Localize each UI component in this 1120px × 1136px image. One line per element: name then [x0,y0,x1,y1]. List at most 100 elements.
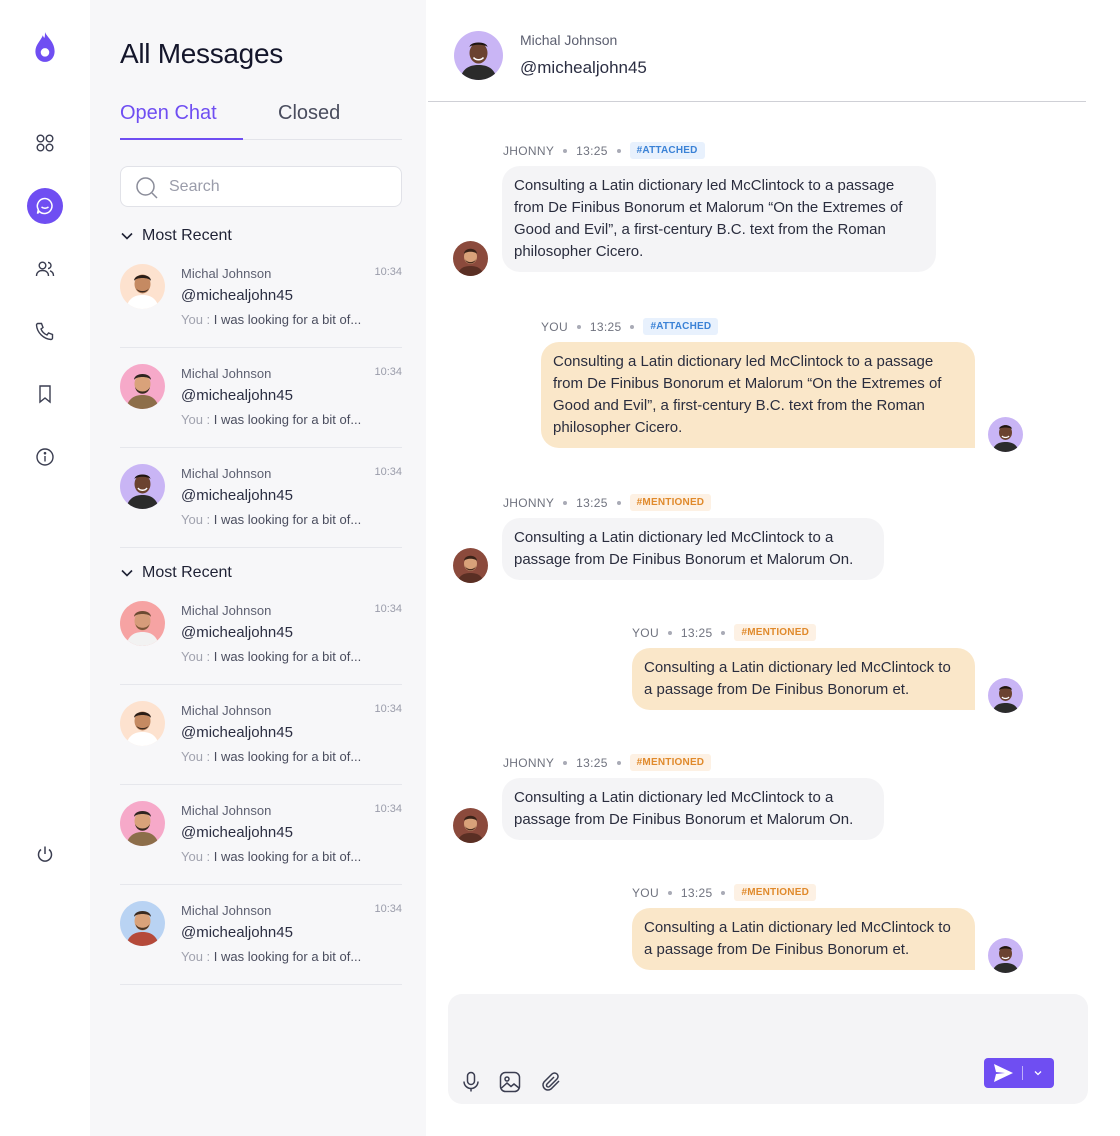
nav-rail [0,0,90,1136]
search-input[interactable] [169,175,389,199]
avatar [120,364,165,409]
contact-handle: @michealjohn45 [181,824,293,841]
message-time: 13:25 [576,495,608,510]
message-input[interactable] [464,1008,1064,1052]
grid-icon [36,134,54,152]
search-box[interactable] [120,166,402,207]
message-bubble-incoming: Consulting a Latin dictionary led McClin… [502,166,936,272]
preview-sender: You : [181,749,211,764]
contact-handle: @michealjohn45 [181,387,293,404]
message-meta: JHONNY 13:25 #MENTIONED [503,754,712,771]
nav-logout[interactable] [27,836,63,872]
message-meta: YOU 13:25 #MENTIONED [632,884,816,901]
message-time: 13:25 [576,143,608,158]
avatar[interactable] [454,31,503,80]
message-meta: YOU 13:25 #MENTIONED [632,624,816,641]
app-logo[interactable] [27,29,63,65]
power-icon [37,846,53,862]
contact-name: Michal Johnson [181,266,272,281]
bookmark-icon [39,385,51,404]
message-preview: You : I was looking for a bit of... [181,412,361,427]
preview-sender: You : [181,412,211,427]
message-time: 13:25 [680,625,713,640]
send-button[interactable] [984,1058,1054,1088]
message-preview: You : I was looking for a bit of... [181,512,361,527]
sender-avatar [453,241,488,276]
conversation-item[interactable]: Michal Johnson 10:34 @michealjohn45 You … [120,585,402,685]
chat-header: Michal Johnson @michealjohn45 [428,0,1086,102]
conversation-item[interactable]: Michal Johnson 10:34 @michealjohn45 You … [120,785,402,885]
nav-contacts[interactable] [27,251,63,287]
contact-handle: @michealjohn45 [181,287,293,304]
contact-name: Michal Johnson [181,466,272,481]
conversation-item[interactable]: Michal Johnson 10:34 @michealjohn45 You … [120,248,402,348]
preview-text: I was looking for a bit of... [213,312,362,327]
send-icon [994,1064,1013,1082]
chevron-down-icon[interactable] [1033,1068,1043,1078]
message-composer [448,994,1088,1104]
contact-handle: @michealjohn45 [181,624,293,641]
preview-sender: You : [181,949,211,964]
conversation-item[interactable]: Michal Johnson 10:34 @michealjohn45 You … [120,685,402,785]
message-time: 10:34 [374,603,402,615]
tab-closed[interactable]: Closed [278,102,340,125]
chat-icon [36,197,53,215]
nav-bookmarks[interactable] [27,376,63,412]
sender-avatar [453,808,488,843]
message-preview: You : I was looking for a bit of... [181,949,361,964]
message-bubble-incoming: Consulting a Latin dictionary led McClin… [502,778,884,840]
mentioned-tag[interactable]: #MENTIONED [629,754,712,771]
message-time: 10:34 [374,803,402,815]
avatar [120,701,165,746]
contact-name: Michal Johnson [181,903,272,918]
message-preview: You : I was looking for a bit of... [181,312,361,327]
attached-tag[interactable]: #ATTACHED [629,142,705,159]
section-most-recent-1[interactable]: Most Recent [120,227,232,245]
nav-dashboard[interactable] [27,125,63,161]
preview-text: I was looking for a bit of... [213,649,362,664]
preview-text: I was looking for a bit of... [213,849,362,864]
message-preview: You : I was looking for a bit of... [181,649,361,664]
sender-avatar [453,548,488,583]
message-time: 10:34 [374,266,402,278]
mentioned-tag[interactable]: #MENTIONED [629,494,712,511]
attach-button[interactable] [538,1069,564,1095]
sender-name: YOU [632,885,659,900]
section-most-recent-2[interactable]: Most Recent [120,564,232,582]
message-meta: JHONNY 13:25 #MENTIONED [503,494,712,511]
mentioned-tag[interactable]: #MENTIONED [734,624,816,641]
my-avatar [988,417,1023,452]
message-bubble-incoming: Consulting a Latin dictionary led McClin… [502,518,884,580]
conversation-item[interactable]: Michal Johnson 10:34 @michealjohn45 You … [120,885,402,985]
conversation-item-selected[interactable]: Michal Johnson 10:34 @michealjohn45 You … [120,448,402,548]
conversation-item[interactable]: Michal Johnson 10:34 @michealjohn45 You … [120,348,402,448]
message-bubble-outgoing: Consulting a Latin dictionary led McClin… [632,908,975,970]
avatar [120,264,165,309]
search-icon [136,177,158,199]
preview-text: I was looking for a bit of... [213,512,362,527]
attached-tag[interactable]: #ATTACHED [643,318,719,335]
message-time: 10:34 [374,903,402,915]
contact-handle: @michealjohn45 [520,58,647,77]
nav-messages[interactable] [27,188,63,224]
message-time: 13:25 [576,755,608,770]
mentioned-tag[interactable]: #MENTIONED [734,884,816,901]
nav-info[interactable] [27,439,63,475]
phone-icon [35,322,54,341]
avatar [120,901,165,946]
message-preview: You : I was looking for a bit of... [181,749,361,764]
my-avatar [988,678,1023,713]
sender-name: JHONNY [503,755,555,770]
contact-name: Michal Johnson [181,703,272,718]
voice-button[interactable] [458,1069,484,1095]
sender-name: YOU [632,625,659,640]
avatar [120,601,165,646]
tab-open-chat[interactable]: Open Chat [120,102,217,125]
image-button[interactable] [497,1069,523,1095]
message-preview: You : I was looking for a bit of... [181,849,361,864]
contact-name: Michal Johnson [181,803,272,818]
contact-handle: @michealjohn45 [181,724,293,741]
message-time: 13:25 [680,885,713,900]
nav-calls[interactable] [27,313,63,349]
message-bubble-outgoing: Consulting a Latin dictionary led McClin… [632,648,975,710]
